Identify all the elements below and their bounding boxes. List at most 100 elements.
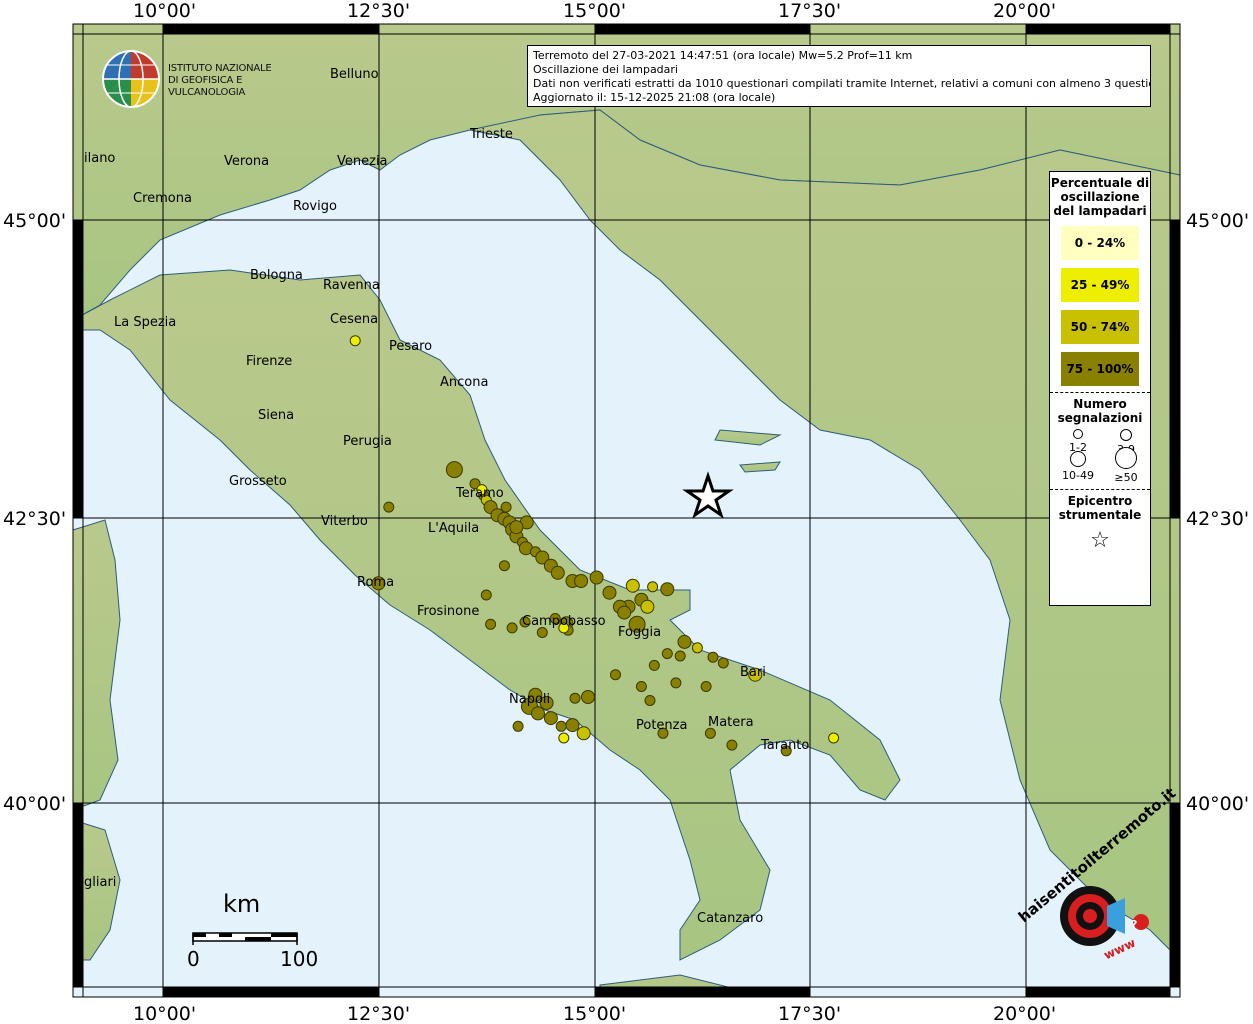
hst-logo-graphic: ? (1060, 886, 1149, 946)
city-label: Roma (357, 575, 394, 590)
hst-logo: ? haisentitoilterremoto.it www (1015, 784, 1179, 970)
legend-epicenter-title: Epicentro strumentale (1058, 494, 1142, 522)
report-marker (506, 622, 518, 634)
city-label: Taranto (760, 738, 809, 753)
report-marker (660, 582, 675, 597)
city-label: Ravenna (323, 278, 380, 293)
report-marker (555, 720, 567, 732)
city-label: Verona (224, 154, 269, 169)
scale-max: 100 (280, 947, 319, 971)
city-label: ilano (84, 151, 115, 166)
report-marker (677, 634, 692, 649)
legend-swatch: 0 - 24% (1061, 226, 1139, 260)
size-circle-icon (1070, 451, 1086, 467)
info-line3: Dati non verificati estratti da 1010 que… (533, 77, 1151, 90)
legend-swatch: 50 - 74% (1061, 310, 1139, 344)
size-circle-icon (1115, 447, 1137, 469)
report-marker (707, 651, 719, 663)
report-marker (558, 732, 570, 744)
city-label: Campobasso (522, 614, 606, 629)
report-marker (565, 718, 580, 733)
lon-label-top: 20°00' (993, 0, 1056, 22)
city-label: Firenze (246, 354, 292, 369)
info-line1: Terremoto del 27-03-2021 14:47:51 (ora l… (533, 49, 913, 62)
report-marker (674, 650, 686, 662)
legend-swatch-label: 75 - 100% (1066, 362, 1134, 376)
ingv-name: ISTITUTO NAZIONALE DI GEOFISICA E VULCAN… (168, 63, 315, 99)
legend-sizes: 1-2 3-9 10-49 ≥50 (1050, 425, 1150, 487)
city-label: La Spezia (114, 315, 176, 330)
info-line4: Aggiornato il: 15-12-2025 21:08 (ora loc… (533, 91, 776, 104)
report-marker (589, 570, 604, 585)
scale-bar: km 0 100 (187, 890, 320, 971)
size-label: 10-49 (1062, 469, 1094, 482)
lat-label-right: 40°00' (1186, 793, 1249, 815)
city-label: Pesaro (389, 339, 432, 354)
scale-min: 0 (187, 947, 200, 971)
info-box: Terremoto del 27-03-2021 14:47:51 (ora l… (527, 45, 1151, 107)
lat-label-left: 42°30' (3, 508, 66, 530)
scale-bar-graphic (192, 932, 298, 945)
report-marker (717, 657, 729, 669)
size-10-49: 10-49 (1058, 451, 1098, 482)
size-label: ≥50 (1114, 471, 1138, 484)
legend: Percentuale di oscillazione del lampadar… (1049, 171, 1151, 606)
city-label: Cesena (330, 312, 378, 327)
legend-swatch-label: 25 - 49% (1070, 278, 1130, 292)
legend-swatch: 75 - 100% (1061, 352, 1139, 386)
city-label: Venezia (337, 154, 388, 169)
lat-label-right: 45°00' (1186, 210, 1249, 232)
city-label: Bologna (250, 268, 303, 283)
report-marker (512, 720, 524, 732)
lon-label-top: 15°00' (563, 0, 626, 22)
lon-label-top: 10°00' (133, 0, 196, 22)
report-marker (635, 681, 647, 692)
city-label: Rovigo (293, 199, 337, 214)
lon-label-bottom: 12°30' (347, 1003, 410, 1024)
city-label: Siena (258, 408, 294, 423)
city-label: Potenza (636, 718, 687, 733)
city-label: Ancona (440, 375, 488, 390)
report-marker (644, 695, 656, 706)
city-label: Matera (708, 715, 754, 730)
report-marker (383, 501, 395, 513)
ingv-line1: ISTITUTO NAZIONALE (168, 63, 272, 74)
report-marker (498, 560, 510, 572)
city-label: Frosinone (417, 604, 479, 619)
report-marker (531, 706, 545, 721)
report-marker (691, 642, 703, 654)
report-marker (569, 692, 581, 704)
legend-swatch-label: 50 - 74% (1070, 320, 1130, 334)
legend-swatch-label: 0 - 24% (1074, 236, 1126, 250)
info-line2: Oscillazione dei lampadari (533, 63, 678, 76)
report-marker (480, 589, 492, 601)
legend-star-icon: ☆ (1090, 528, 1110, 553)
report-marker (648, 659, 660, 671)
city-label: Belluno (330, 67, 379, 82)
ingv-line2: DI GEOFISICA E VULCANOLOGIA (168, 75, 246, 98)
lat-label-left: 45°00' (3, 210, 66, 232)
city-label: Foggia (618, 625, 661, 640)
report-marker (445, 461, 463, 479)
report-marker (550, 565, 565, 580)
legend-swatch: 25 - 49% (1061, 268, 1139, 302)
report-marker (574, 574, 589, 588)
city-label: Catanzaro (697, 911, 763, 926)
report-marker (610, 669, 621, 681)
city-label: gliari (84, 875, 116, 890)
report-marker (576, 726, 591, 741)
size-circle-icon (1073, 429, 1083, 439)
report-marker (661, 648, 673, 660)
globe-icon (102, 50, 160, 108)
report-marker (617, 605, 632, 620)
city-label: L'Aquila (428, 521, 479, 536)
report-marker (485, 618, 497, 630)
city-label: Viterbo (321, 514, 368, 529)
city-label: Napoli (509, 692, 550, 707)
lat-label-left: 40°00' (3, 793, 66, 815)
lon-label-bottom: 15°00' (563, 1003, 626, 1024)
report-marker (543, 711, 558, 726)
city-label: Grosseto (229, 474, 287, 489)
report-marker (625, 578, 640, 593)
report-marker (670, 677, 682, 689)
